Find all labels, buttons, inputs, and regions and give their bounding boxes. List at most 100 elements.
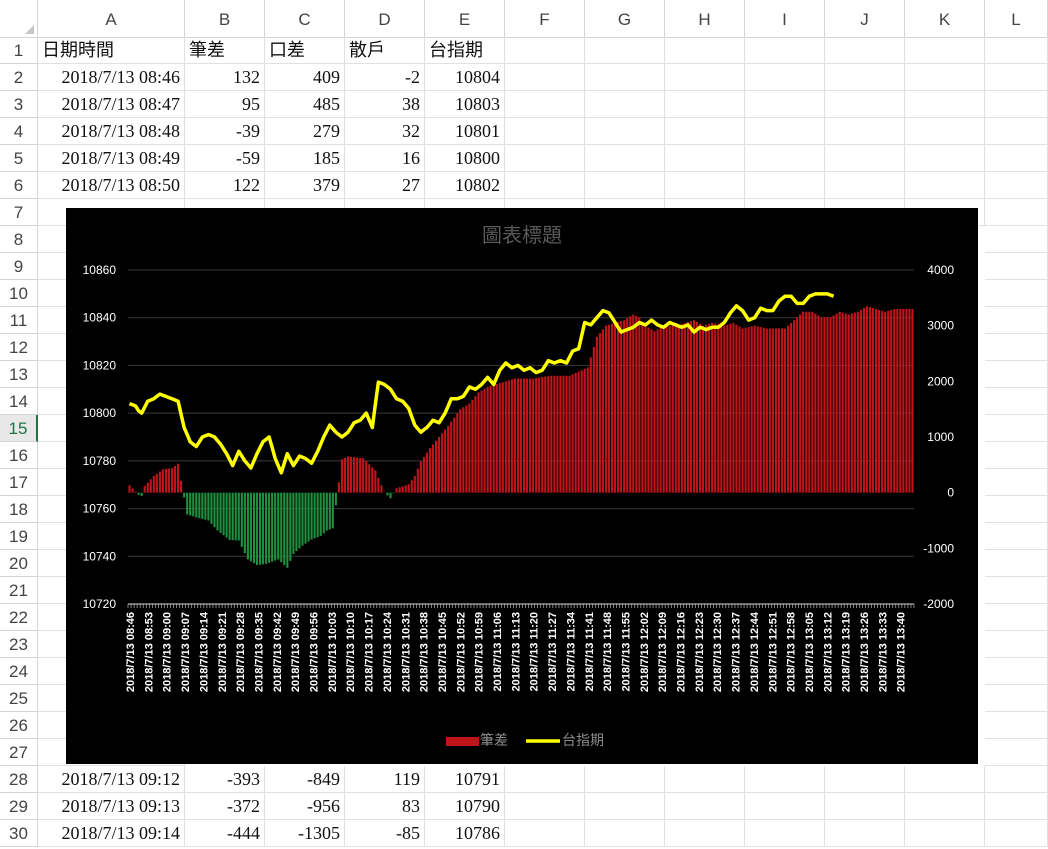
empty-cell[interactable] bbox=[585, 145, 665, 172]
row-header-13[interactable]: 13 bbox=[0, 361, 38, 388]
bar-mark[interactable] bbox=[383, 492, 386, 494]
empty-cell[interactable] bbox=[825, 793, 905, 820]
row-header-25[interactable]: 25 bbox=[0, 685, 38, 712]
bar-mark[interactable] bbox=[471, 399, 474, 493]
bar-mark[interactable] bbox=[535, 377, 538, 493]
empty-cell[interactable] bbox=[505, 118, 585, 145]
bar-mark[interactable] bbox=[434, 440, 438, 493]
cell[interactable]: -444 bbox=[185, 820, 265, 847]
bar-mark[interactable] bbox=[626, 318, 629, 493]
row-header-17[interactable]: 17 bbox=[0, 469, 38, 496]
bar-mark[interactable] bbox=[577, 371, 580, 493]
bar-mark[interactable] bbox=[225, 492, 228, 538]
cell[interactable]: 2018/7/13 09:12 bbox=[38, 766, 185, 793]
bar-mark[interactable] bbox=[173, 465, 177, 493]
bar-mark[interactable] bbox=[604, 325, 608, 493]
chart-area[interactable]: 圖表標題 10860 10840 10820 10800 10780 10760 10740… bbox=[66, 208, 978, 764]
empty-cell[interactable] bbox=[985, 253, 1048, 280]
cell[interactable]: -849 bbox=[265, 766, 345, 793]
empty-cell[interactable] bbox=[745, 172, 825, 199]
bar-mark[interactable] bbox=[507, 380, 510, 493]
bar-mark[interactable] bbox=[149, 479, 152, 493]
bar-mark[interactable] bbox=[595, 336, 598, 493]
bar-mark[interactable] bbox=[249, 492, 252, 562]
bar-mark[interactable] bbox=[465, 405, 468, 493]
column-header-j[interactable]: J bbox=[825, 0, 905, 37]
bar-mark[interactable] bbox=[741, 328, 744, 493]
bar-mark[interactable] bbox=[890, 309, 893, 493]
empty-cell[interactable] bbox=[585, 118, 665, 145]
cell[interactable]: 95 bbox=[185, 91, 265, 118]
bar-mark[interactable] bbox=[756, 326, 759, 493]
empty-cell[interactable] bbox=[905, 820, 985, 847]
bar-mark[interactable] bbox=[274, 492, 277, 561]
bar-mark[interactable] bbox=[425, 452, 428, 493]
cell[interactable]: 32 bbox=[345, 118, 425, 145]
bar-mark[interactable] bbox=[744, 327, 747, 493]
bar-mark[interactable] bbox=[859, 309, 862, 493]
empty-cell[interactable] bbox=[985, 226, 1048, 253]
empty-cell[interactable] bbox=[985, 442, 1048, 469]
bar-mark[interactable] bbox=[871, 308, 875, 493]
empty-cell[interactable] bbox=[665, 37, 745, 64]
bar-mark[interactable] bbox=[243, 492, 246, 554]
bar-mark[interactable] bbox=[522, 378, 526, 493]
row-header-12[interactable]: 12 bbox=[0, 334, 38, 361]
empty-cell[interactable] bbox=[985, 550, 1048, 577]
empty-cell[interactable] bbox=[505, 793, 585, 820]
empty-cell[interactable] bbox=[825, 145, 905, 172]
cell[interactable]: 485 bbox=[265, 91, 345, 118]
bar-mark[interactable] bbox=[601, 329, 605, 493]
cell[interactable]: 筆差 bbox=[185, 37, 265, 64]
bar-mark[interactable] bbox=[237, 492, 240, 541]
bar-mark[interactable] bbox=[322, 492, 325, 534]
bar-mark[interactable] bbox=[680, 323, 683, 493]
cell[interactable]: 132 bbox=[185, 64, 265, 91]
bar-mark[interactable] bbox=[689, 321, 693, 493]
bar-mark[interactable] bbox=[504, 381, 507, 493]
row-header-10[interactable]: 10 bbox=[0, 280, 38, 307]
row-header-2[interactable]: 2 bbox=[0, 64, 38, 91]
empty-cell[interactable] bbox=[825, 37, 905, 64]
bar-mark[interactable] bbox=[686, 321, 689, 493]
bar-mark[interactable] bbox=[847, 314, 850, 493]
empty-cell[interactable] bbox=[985, 685, 1048, 712]
bar-mark[interactable] bbox=[265, 492, 268, 564]
bar-mark[interactable] bbox=[692, 320, 696, 493]
bar-mark[interactable] bbox=[614, 322, 617, 493]
bar-mark[interactable] bbox=[662, 325, 665, 493]
bar-mark[interactable] bbox=[459, 409, 462, 493]
bar-mark[interactable] bbox=[519, 378, 523, 493]
cell[interactable]: 2018/7/13 09:14 bbox=[38, 820, 185, 847]
bar-mark[interactable] bbox=[180, 480, 183, 493]
bar-mark[interactable] bbox=[750, 326, 753, 493]
empty-cell[interactable] bbox=[825, 172, 905, 199]
bar-mark[interactable] bbox=[780, 328, 784, 493]
bar-mark[interactable] bbox=[659, 327, 662, 493]
bar-mark[interactable] bbox=[562, 375, 565, 493]
bar-mark[interactable] bbox=[665, 325, 668, 493]
bar-mark[interactable] bbox=[753, 325, 756, 493]
bar-mark[interactable] bbox=[252, 492, 256, 564]
bar-mark[interactable] bbox=[695, 321, 699, 493]
empty-cell[interactable] bbox=[505, 37, 585, 64]
bar-mark[interactable] bbox=[401, 486, 404, 493]
cell[interactable]: 10803 bbox=[425, 91, 505, 118]
column-header-a[interactable]: A bbox=[38, 0, 185, 37]
bar-mark[interactable] bbox=[131, 488, 134, 493]
empty-cell[interactable] bbox=[505, 172, 585, 199]
bar-mark[interactable] bbox=[553, 375, 556, 493]
row-header-14[interactable]: 14 bbox=[0, 388, 38, 415]
bar-mark[interactable] bbox=[261, 492, 265, 565]
bar-mark[interactable] bbox=[777, 328, 781, 493]
empty-cell[interactable] bbox=[665, 64, 745, 91]
bar-mark[interactable] bbox=[556, 375, 559, 493]
empty-cell[interactable] bbox=[585, 91, 665, 118]
bar-mark[interactable] bbox=[316, 492, 319, 538]
bar-mark[interactable] bbox=[875, 308, 878, 493]
bar-mark[interactable] bbox=[671, 325, 674, 493]
empty-cell[interactable] bbox=[585, 820, 665, 847]
column-header-l[interactable]: L bbox=[985, 0, 1048, 37]
cell[interactable]: 379 bbox=[265, 172, 345, 199]
bar-mark[interactable] bbox=[702, 325, 705, 493]
